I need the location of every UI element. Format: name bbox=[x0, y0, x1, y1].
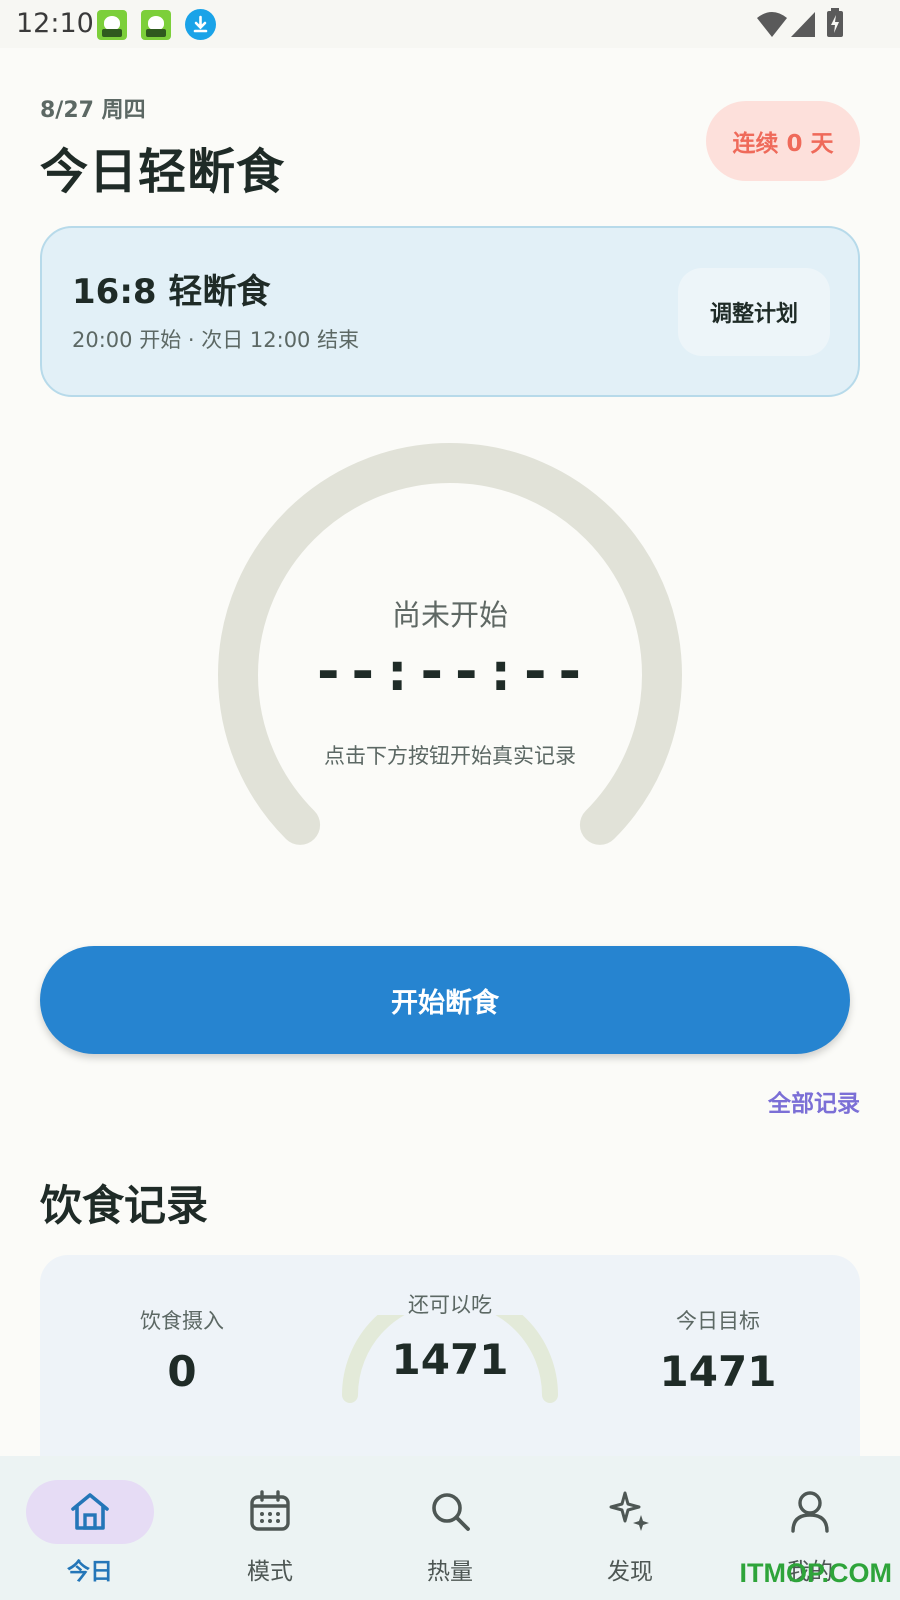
remaining-value: 1471 bbox=[391, 1335, 509, 1384]
intake-label: 饮食摄入 bbox=[140, 1309, 224, 1333]
all-records-link[interactable]: 全部记录 bbox=[768, 1084, 860, 1118]
watermark-text: ITMOP.COM bbox=[739, 1558, 892, 1588]
timer-display: --:--:-- bbox=[311, 640, 589, 703]
timer-hint: 点击下方按钮开始真实记录 bbox=[324, 744, 576, 768]
person-icon bbox=[791, 1491, 829, 1533]
nav-item-calories[interactable]: 热量 bbox=[360, 1456, 540, 1600]
start-fasting-button[interactable]: 开始断食 bbox=[40, 946, 850, 1054]
nav-item-discover[interactable]: 发现 bbox=[540, 1456, 720, 1600]
diet-summary-card[interactable]: 饮食摄入 0 还可以吃 1471 今日目标 1471 bbox=[40, 1255, 860, 1485]
calendar-icon bbox=[250, 1490, 290, 1531]
search-icon bbox=[432, 1493, 470, 1531]
timer-status: 尚未开始 bbox=[391, 598, 508, 632]
target-label: 今日目标 bbox=[676, 1309, 760, 1333]
nav-label-discover: 发现 bbox=[607, 1559, 653, 1585]
remaining-label: 还可以吃 bbox=[408, 1293, 492, 1317]
nav-label-today: 今日 bbox=[67, 1559, 113, 1585]
intake-value: 0 bbox=[167, 1347, 197, 1396]
diet-section-title: 饮食记录 bbox=[40, 1181, 209, 1230]
nav-item-today[interactable]: 今日 bbox=[0, 1456, 180, 1600]
nav-label-mode: 模式 bbox=[247, 1559, 293, 1585]
nav-item-mode[interactable]: 模式 bbox=[180, 1456, 360, 1600]
nav-label-calories: 热量 bbox=[427, 1559, 473, 1585]
home-icon bbox=[71, 1493, 109, 1530]
sparkle-icon bbox=[609, 1491, 649, 1531]
target-value: 1471 bbox=[659, 1347, 777, 1396]
